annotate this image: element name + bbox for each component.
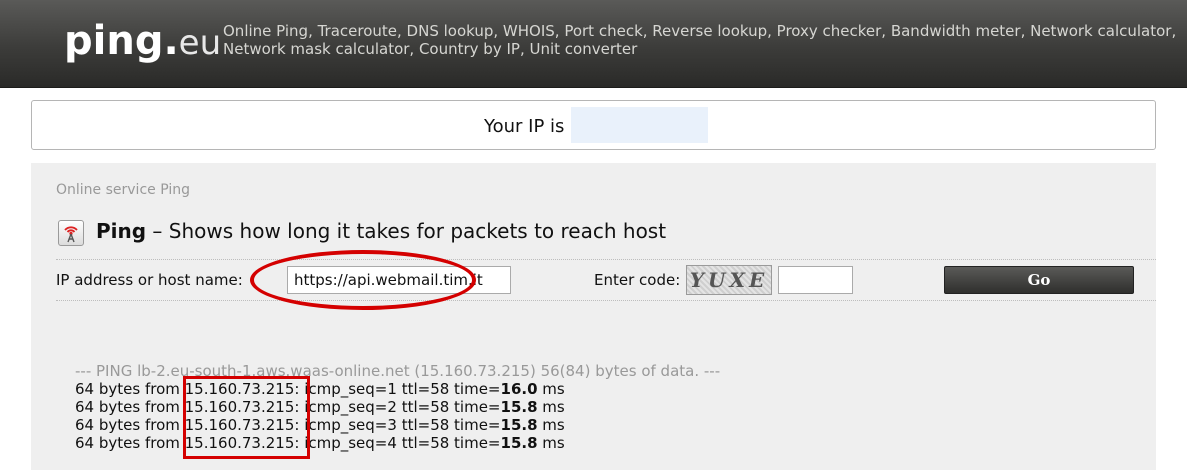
ping-line-unit: ms bbox=[537, 416, 565, 434]
ping-output-header: --- PING lb-2.eu-south-1.aws.waas-online… bbox=[75, 362, 721, 380]
page-title-bold: Ping bbox=[96, 219, 147, 243]
ping-form: IP address or host name: Enter code: YUX… bbox=[56, 259, 1156, 301]
ping-output-line: 64 bytes from 15.160.73.215: icmp_seq=1 … bbox=[75, 380, 720, 398]
ping-line-prefix: 64 bytes from bbox=[75, 434, 185, 452]
breadcrumb: Online service Ping bbox=[56, 182, 190, 198]
your-ip-box: Your IP is bbox=[31, 100, 1156, 150]
captcha-image: YUXE bbox=[686, 265, 772, 295]
annotation-ellipse bbox=[250, 250, 476, 310]
your-ip-label: Your IP is bbox=[484, 116, 565, 137]
ping-line-time: 15.8 bbox=[500, 398, 538, 416]
logo-tld: eu bbox=[178, 23, 222, 63]
site-tagline: Online Ping, Traceroute, DNS lookup, WHO… bbox=[223, 22, 1177, 58]
ping-output-line: 64 bytes from 15.160.73.215: icmp_seq=3 … bbox=[75, 416, 720, 434]
page-title: Ping – Shows how long it takes for packe… bbox=[96, 219, 666, 243]
captcha-code-input[interactable] bbox=[778, 266, 853, 294]
antenna-signal-icon bbox=[58, 220, 84, 246]
ping-line-details: : icmp_seq=1 ttl=58 time= bbox=[294, 380, 501, 398]
logo-main: ping bbox=[64, 18, 164, 64]
ping-line-details: : icmp_seq=3 ttl=58 time= bbox=[294, 416, 501, 434]
ping-line-details: : icmp_seq=2 ttl=58 time= bbox=[294, 398, 501, 416]
your-ip-value-redacted bbox=[571, 107, 708, 143]
page-title-rest: – Shows how long it takes for packets to… bbox=[146, 219, 667, 243]
ping-line-time: 16.0 bbox=[500, 380, 538, 398]
logo-dot: . bbox=[163, 18, 179, 64]
ping-line-time: 15.8 bbox=[500, 434, 538, 452]
ping-output-line: 64 bytes from 15.160.73.215: icmp_seq=4 … bbox=[75, 434, 720, 452]
ping-line-unit: ms bbox=[537, 434, 565, 452]
ping-output-lines: 64 bytes from 15.160.73.215: icmp_seq=1 … bbox=[75, 380, 720, 452]
code-label: Enter code: bbox=[594, 271, 681, 289]
ping-line-prefix: 64 bytes from bbox=[75, 398, 185, 416]
host-label: IP address or host name: bbox=[56, 271, 243, 289]
ping-line-details: : icmp_seq=4 ttl=58 time= bbox=[294, 434, 501, 452]
ping-line-prefix: 64 bytes from bbox=[75, 380, 185, 398]
ping-output: --- PING lb-2.eu-south-1.aws.waas-online… bbox=[75, 362, 720, 452]
ping-line-prefix: 64 bytes from bbox=[75, 416, 185, 434]
site-logo[interactable]: ping.eu bbox=[64, 18, 221, 68]
site-header: ping.eu Online Ping, Traceroute, DNS loo… bbox=[0, 0, 1187, 88]
ping-line-unit: ms bbox=[537, 398, 565, 416]
ping-line-unit: ms bbox=[537, 380, 565, 398]
ping-output-line: 64 bytes from 15.160.73.215: icmp_seq=2 … bbox=[75, 398, 720, 416]
annotation-rectangle bbox=[183, 376, 310, 459]
ping-line-time: 15.8 bbox=[500, 416, 538, 434]
go-button[interactable]: Go bbox=[944, 266, 1134, 294]
